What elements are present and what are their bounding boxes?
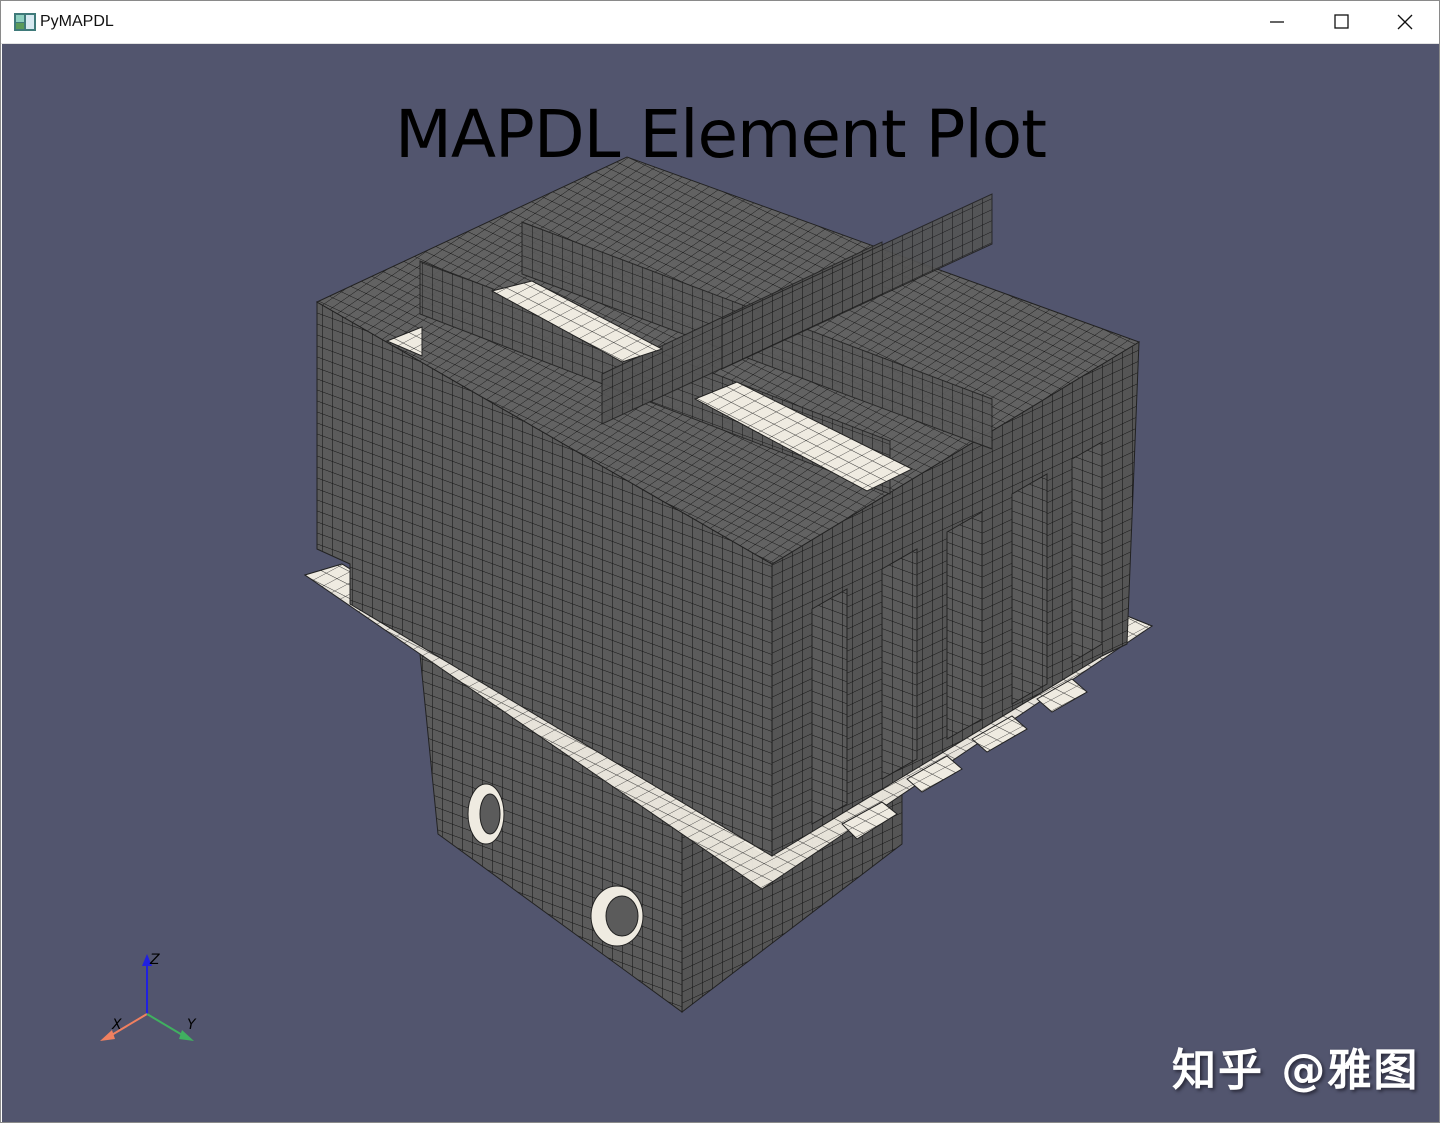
close-button[interactable] bbox=[1373, 1, 1437, 43]
app-icon bbox=[14, 13, 36, 31]
hole-right-inner bbox=[605, 895, 639, 937]
maximize-button[interactable] bbox=[1309, 1, 1373, 43]
y-axis-line bbox=[146, 1013, 185, 1037]
hole-left-inner bbox=[479, 793, 501, 835]
pymapdl-window: PyMAPDL MAPDL Element Plot Z X Y 知乎 @雅图 bbox=[0, 0, 1440, 1123]
y-axis-label: Y bbox=[187, 1017, 197, 1033]
element-mesh-plot[interactable] bbox=[2, 44, 1439, 1122]
close-icon bbox=[1397, 14, 1413, 30]
z-axis-label: Z bbox=[149, 952, 160, 968]
render-viewport[interactable]: MAPDL Element Plot Z X Y 知乎 @雅图 bbox=[2, 44, 1439, 1122]
maximize-icon bbox=[1334, 14, 1349, 29]
orientation-axes-widget: Z X Y bbox=[100, 952, 197, 1041]
x-axis-label: X bbox=[111, 1017, 122, 1033]
minimize-button[interactable] bbox=[1245, 1, 1309, 43]
watermark: 知乎 @雅图 bbox=[1172, 1045, 1420, 1096]
title-bar[interactable]: PyMAPDL bbox=[1, 1, 1439, 44]
window-title: PyMAPDL bbox=[40, 13, 114, 30]
minimize-icon bbox=[1270, 21, 1284, 23]
